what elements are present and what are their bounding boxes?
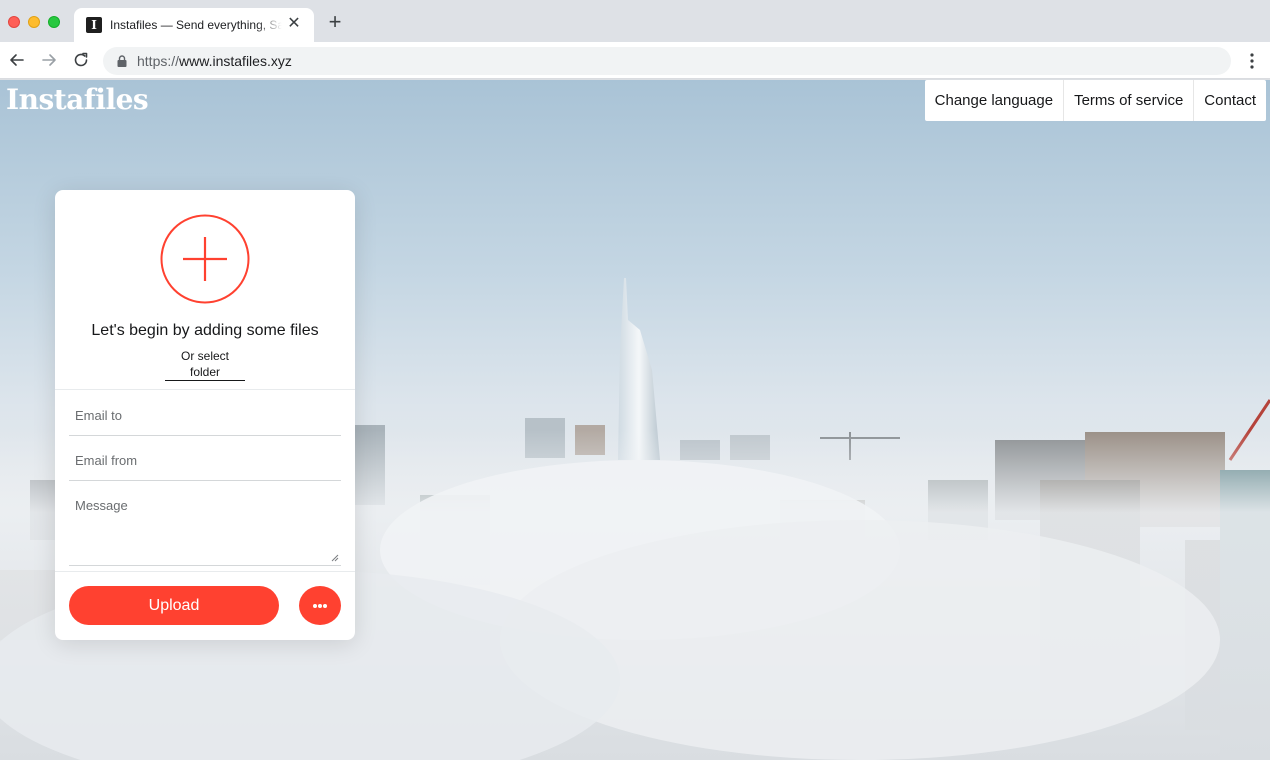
divider bbox=[55, 571, 355, 572]
reload-icon[interactable] bbox=[71, 50, 91, 70]
plus-icon[interactable]: + bbox=[326, 11, 344, 33]
address-bar[interactable]: https://www.instafiles.xyz bbox=[103, 47, 1231, 75]
email-to-placeholder: Email to bbox=[75, 408, 122, 423]
add-files-title: Let's begin by adding some files bbox=[91, 322, 319, 339]
nav-terms-of-service[interactable]: Terms of service bbox=[1063, 80, 1193, 121]
forward-arrow-icon[interactable] bbox=[39, 50, 59, 70]
message-field[interactable]: Message bbox=[69, 490, 341, 566]
email-from-placeholder: Email from bbox=[75, 453, 138, 468]
url-scheme: https:// bbox=[137, 53, 180, 69]
ellipsis-icon bbox=[318, 604, 322, 608]
select-folder-link[interactable]: Or select folder bbox=[165, 348, 245, 381]
window-maximize-button[interactable] bbox=[48, 16, 60, 28]
browser-tab-active[interactable]: I Instafiles — Send everything, Safely ✕ bbox=[74, 8, 314, 42]
top-navigation: Change language Terms of service Contact bbox=[924, 80, 1266, 121]
url-host: www.instafiles.xyz bbox=[179, 53, 292, 69]
site-logo[interactable]: Instafiles bbox=[6, 82, 149, 118]
url-text: https://www.instafiles.xyz bbox=[137, 53, 292, 69]
window-minimize-button[interactable] bbox=[28, 16, 40, 28]
nav-contact[interactable]: Contact bbox=[1193, 80, 1266, 121]
window-close-button[interactable] bbox=[8, 16, 20, 28]
email-from-field[interactable]: Email from bbox=[69, 445, 341, 481]
page-viewport: Instafiles Change language Terms of serv… bbox=[0, 80, 1270, 760]
message-placeholder: Message bbox=[75, 498, 128, 513]
divider bbox=[55, 389, 355, 390]
ellipsis-icon bbox=[313, 604, 317, 608]
close-icon[interactable]: ✕ bbox=[286, 16, 302, 32]
browser-menu-icon[interactable] bbox=[1244, 51, 1260, 71]
resize-handle-icon[interactable] bbox=[331, 554, 339, 562]
back-arrow-icon[interactable] bbox=[7, 50, 27, 70]
ellipsis-icon bbox=[323, 604, 327, 608]
browser-tab-bar: I Instafiles — Send everything, Safely ✕… bbox=[0, 0, 1270, 42]
browser-toolbar: https://www.instafiles.xyz bbox=[0, 42, 1270, 79]
email-to-field[interactable]: Email to bbox=[69, 400, 341, 436]
upload-card: Let's begin by adding some files Or sele… bbox=[55, 190, 355, 640]
favicon-icon: I bbox=[86, 17, 102, 33]
upload-button[interactable]: Upload bbox=[69, 586, 279, 625]
add-files-icon[interactable] bbox=[160, 214, 250, 304]
lock-icon bbox=[117, 55, 127, 67]
more-options-button[interactable] bbox=[299, 586, 341, 625]
nav-change-language[interactable]: Change language bbox=[925, 80, 1063, 121]
tab-title: Instafiles — Send everything, Safely bbox=[110, 18, 282, 32]
